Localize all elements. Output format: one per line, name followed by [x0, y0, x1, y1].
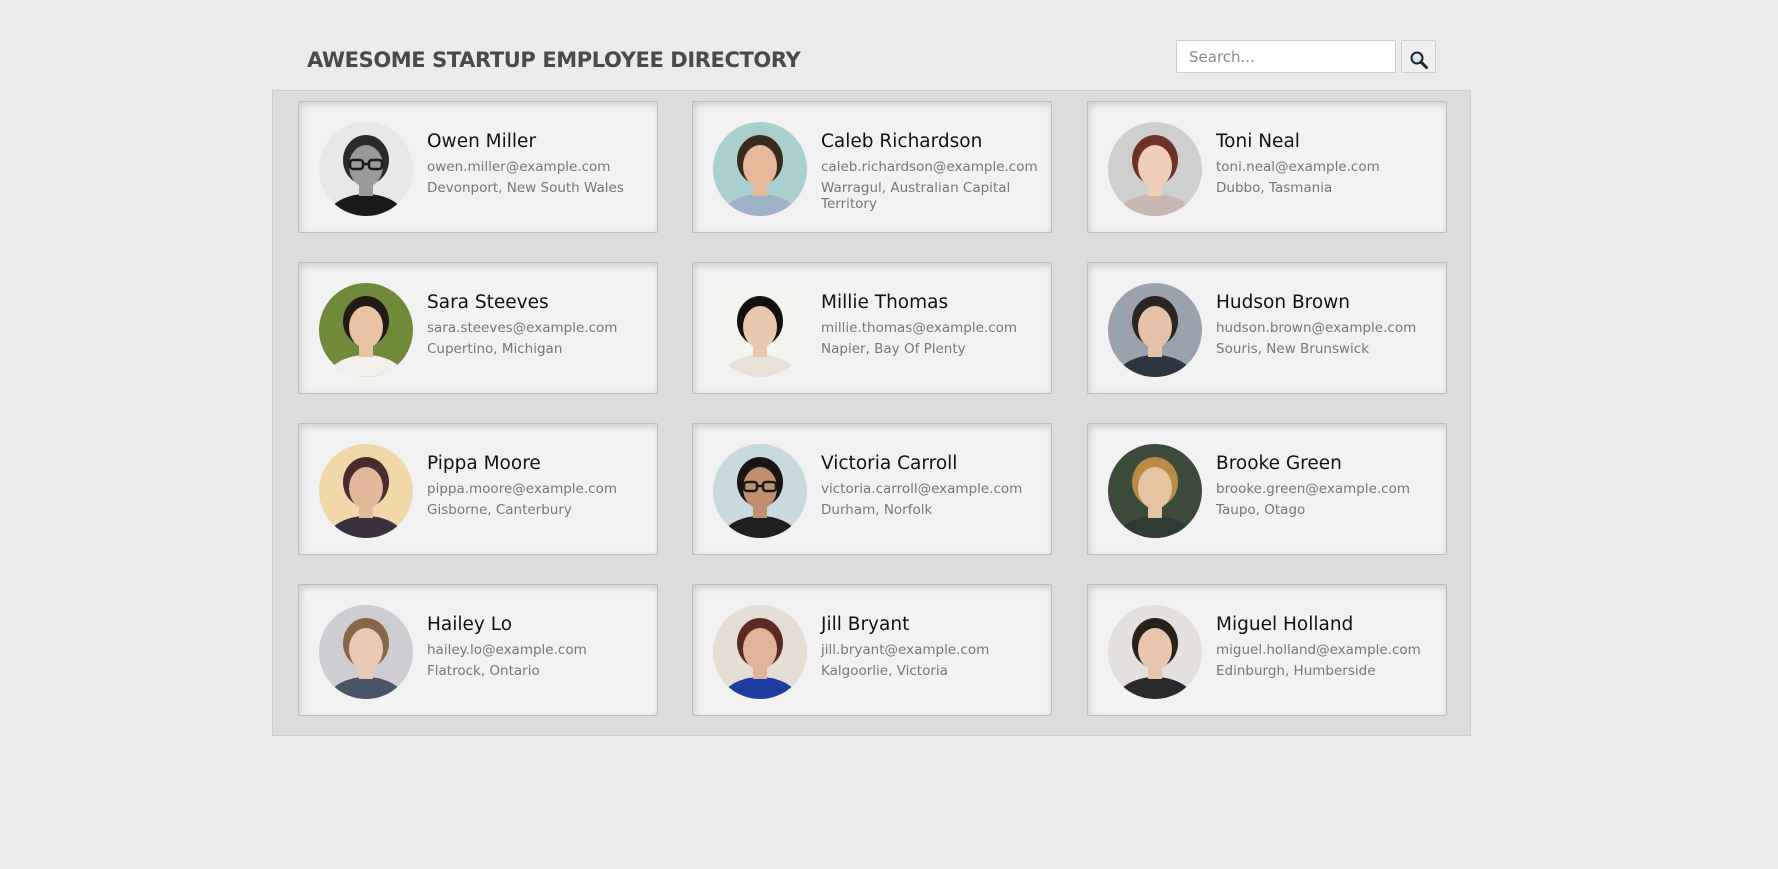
employee-name: Brooke Green: [1216, 453, 1342, 474]
employee-name: Sara Steeves: [427, 292, 549, 313]
employee-name: Miguel Holland: [1216, 614, 1354, 635]
employee-email: caleb.richardson@example.com: [821, 159, 1038, 175]
employee-avatar: [713, 283, 807, 377]
avatar-portrait: [1108, 605, 1202, 699]
employee-info: Hudson Brown hudson.brown@example.com So…: [1216, 291, 1438, 357]
employee-name: Jill Bryant: [821, 614, 910, 635]
employee-name: Hailey Lo: [427, 614, 513, 635]
employee-location: Kalgoorlie, Victoria: [821, 663, 948, 679]
avatar-portrait: [319, 444, 413, 538]
employee-location: Taupo, Otago: [1216, 502, 1306, 518]
employee-avatar: [1108, 122, 1202, 216]
employee-location: Devonport, New South Wales: [427, 180, 624, 196]
avatar-portrait: [319, 283, 413, 377]
employee-info: Sara Steeves sara.steeves@example.com Cu…: [427, 291, 649, 357]
page-title: AWESOME STARTUP EMPLOYEE DIRECTORY: [307, 48, 801, 72]
employee-card[interactable]: Toni Neal toni.neal@example.com Dubbo, T…: [1087, 101, 1447, 233]
employee-location: Cupertino, Michigan: [427, 341, 563, 357]
employee-email: hailey.lo@example.com: [427, 642, 587, 658]
magnifier-icon: [1410, 51, 1428, 69]
employee-location: Warragul, Australian Capital Territory: [821, 180, 1011, 212]
employee-location: Edinburgh, Humberside: [1216, 663, 1376, 679]
employee-email: brooke.green@example.com: [1216, 481, 1410, 497]
employee-email: pippa.moore@example.com: [427, 481, 617, 497]
avatar-portrait: [713, 605, 807, 699]
avatar-portrait: [713, 444, 807, 538]
employee-avatar: [1108, 283, 1202, 377]
employee-email: sara.steeves@example.com: [427, 320, 618, 336]
employee-info: Owen Miller owen.miller@example.com Devo…: [427, 130, 649, 196]
employee-email: hudson.brown@example.com: [1216, 320, 1417, 336]
employee-email: miguel.holland@example.com: [1216, 642, 1421, 658]
employee-info: Toni Neal toni.neal@example.com Dubbo, T…: [1216, 130, 1438, 196]
employee-name: Hudson Brown: [1216, 292, 1351, 313]
employee-location: Souris, New Brunswick: [1216, 341, 1370, 357]
employee-info: Pippa Moore pippa.moore@example.com Gisb…: [427, 452, 649, 518]
avatar-portrait: [1108, 444, 1202, 538]
employee-info: Millie Thomas millie.thomas@example.com …: [821, 291, 1043, 357]
avatar-portrait: [713, 283, 807, 377]
employee-name: Toni Neal: [1216, 131, 1300, 152]
employee-avatar: [319, 283, 413, 377]
employee-avatar: [319, 122, 413, 216]
employee-card[interactable]: Hailey Lo hailey.lo@example.com Flatrock…: [298, 584, 658, 716]
employee-card[interactable]: Hudson Brown hudson.brown@example.com So…: [1087, 262, 1447, 394]
employee-email: victoria.carroll@example.com: [821, 481, 1023, 497]
employee-info: Jill Bryant jill.bryant@example.com Kalg…: [821, 613, 1043, 679]
employee-avatar: [713, 605, 807, 699]
employee-location: Gisborne, Canterbury: [427, 502, 572, 518]
search-input[interactable]: [1176, 40, 1396, 73]
employee-location: Napier, Bay Of Plenty: [821, 341, 966, 357]
employee-card[interactable]: Pippa Moore pippa.moore@example.com Gisb…: [298, 423, 658, 555]
employee-name: Pippa Moore: [427, 453, 541, 474]
employee-name: Millie Thomas: [821, 292, 949, 313]
employee-email: toni.neal@example.com: [1216, 159, 1380, 175]
employee-card[interactable]: Jill Bryant jill.bryant@example.com Kalg…: [692, 584, 1052, 716]
employee-info: Brooke Green brooke.green@example.com Ta…: [1216, 452, 1438, 518]
avatar-portrait: [319, 122, 413, 216]
employee-info: Hailey Lo hailey.lo@example.com Flatrock…: [427, 613, 649, 679]
employee-avatar: [713, 444, 807, 538]
employee-avatar: [1108, 605, 1202, 699]
employee-card[interactable]: Victoria Carroll victoria.carroll@exampl…: [692, 423, 1052, 555]
employee-name: Owen Miller: [427, 131, 537, 152]
employee-email: owen.miller@example.com: [427, 159, 611, 175]
employee-card[interactable]: Millie Thomas millie.thomas@example.com …: [692, 262, 1052, 394]
employee-avatar: [1108, 444, 1202, 538]
employee-avatar: [319, 444, 413, 538]
avatar-portrait: [1108, 283, 1202, 377]
employee-info: Miguel Holland miguel.holland@example.co…: [1216, 613, 1438, 679]
employee-card[interactable]: Caleb Richardson caleb.richardson@exampl…: [692, 101, 1052, 233]
employee-email: millie.thomas@example.com: [821, 320, 1018, 336]
employee-email: jill.bryant@example.com: [821, 642, 990, 658]
employee-card[interactable]: Sara Steeves sara.steeves@example.com Cu…: [298, 262, 658, 394]
employee-card[interactable]: Brooke Green brooke.green@example.com Ta…: [1087, 423, 1447, 555]
employee-card[interactable]: Owen Miller owen.miller@example.com Devo…: [298, 101, 658, 233]
employee-info: Victoria Carroll victoria.carroll@exampl…: [821, 452, 1043, 518]
employee-gallery: Owen Miller owen.miller@example.com Devo…: [272, 90, 1471, 736]
employee-location: Dubbo, Tasmania: [1216, 180, 1333, 196]
employee-avatar: [319, 605, 413, 699]
employee-avatar: [713, 122, 807, 216]
search-button[interactable]: [1401, 40, 1436, 73]
avatar-portrait: [1108, 122, 1202, 216]
employee-location: Durham, Norfolk: [821, 502, 933, 518]
avatar-portrait: [319, 605, 413, 699]
employee-name: Victoria Carroll: [821, 453, 958, 474]
employee-info: Caleb Richardson caleb.richardson@exampl…: [821, 130, 1043, 212]
employee-location: Flatrock, Ontario: [427, 663, 540, 679]
employee-card[interactable]: Miguel Holland miguel.holland@example.co…: [1087, 584, 1447, 716]
avatar-portrait: [713, 122, 807, 216]
header: AWESOME STARTUP EMPLOYEE DIRECTORY: [272, 40, 1471, 90]
employee-name: Caleb Richardson: [821, 131, 983, 152]
